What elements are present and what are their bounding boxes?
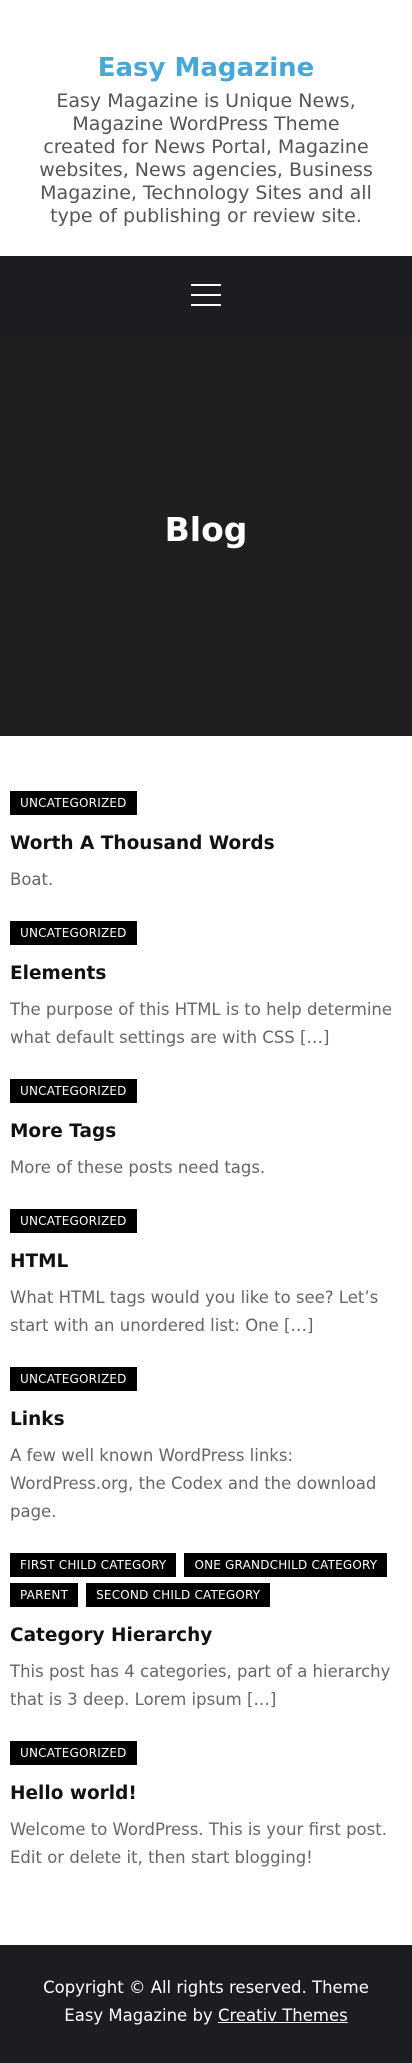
post-excerpt: More of these posts need tags. (10, 1158, 266, 1177)
post-excerpt: This post has 4 categories, part of a hi… (10, 1662, 391, 1709)
theme-credit-link[interactable]: Creativ Themes (218, 2006, 348, 2025)
post-item: FIRST CHILD CATEGORY ONE GRANDCHILD CATEG… (10, 1553, 402, 1714)
post-categories: UNCATEGORIZED (10, 1741, 402, 1765)
category-badge[interactable]: UNCATEGORIZED (10, 1209, 137, 1233)
post-item: UNCATEGORIZED More Tags More of these post… (10, 1079, 402, 1182)
category-badge[interactable]: ONE GRANDCHILD CATEGORY (184, 1553, 388, 1577)
category-badge[interactable]: SECOND CHILD CATEGORY (86, 1583, 271, 1607)
post-categories: UNCATEGORIZED (10, 921, 402, 945)
page-hero: Blog (0, 334, 412, 736)
hamburger-menu-icon[interactable] (191, 284, 221, 306)
post-categories: UNCATEGORIZED (10, 1209, 402, 1233)
post-title-link[interactable]: More Tags (10, 1119, 402, 1145)
post-item: UNCATEGORIZED Hello world! Welcome to Word… (10, 1741, 402, 1872)
category-badge[interactable]: PARENT (10, 1583, 79, 1607)
hamburger-line (191, 294, 221, 296)
page-title: Blog (164, 509, 248, 549)
site-title-link[interactable]: Easy Magazine (98, 50, 315, 86)
category-badge[interactable]: UNCATEGORIZED (10, 921, 137, 945)
hamburger-line (191, 304, 221, 306)
post-title-link[interactable]: HTML (10, 1249, 402, 1275)
post-excerpt: Welcome to WordPress. This is your first… (10, 1820, 387, 1867)
post-excerpt: A few well known WordPress links: WordPr… (10, 1446, 377, 1521)
post-item: UNCATEGORIZED HTML What HTML tags would yo… (10, 1209, 402, 1340)
post-item: UNCATEGORIZED Links A few well known WordP… (10, 1367, 402, 1526)
category-badge[interactable]: FIRST CHILD CATEGORY (10, 1553, 177, 1577)
category-badge[interactable]: UNCATEGORIZED (10, 1079, 137, 1103)
site-footer: Copyright © All rights reserved. Theme E… (0, 1945, 412, 2063)
hamburger-line (191, 284, 221, 286)
post-categories: UNCATEGORIZED (10, 1079, 402, 1103)
post-excerpt: Boat. (10, 870, 54, 889)
post-item: UNCATEGORIZED Elements The purpose of this… (10, 921, 402, 1052)
category-badge[interactable]: UNCATEGORIZED (10, 1741, 137, 1765)
category-badge[interactable]: UNCATEGORIZED (10, 1367, 137, 1391)
post-excerpt: What HTML tags would you like to see? Le… (10, 1288, 379, 1335)
post-title-link[interactable]: Links (10, 1407, 402, 1433)
post-categories: FIRST CHILD CATEGORY ONE GRANDCHILD CATEG… (10, 1553, 402, 1607)
post-title-link[interactable]: Elements (10, 961, 402, 987)
post-title-link[interactable]: Hello world! (10, 1781, 402, 1807)
site-header: Easy Magazine Easy Magazine is Unique Ne… (0, 0, 412, 256)
post-item: UNCATEGORIZED Worth A Thousand Words Boat. (10, 791, 402, 894)
post-categories: UNCATEGORIZED (10, 1367, 402, 1391)
post-title-link[interactable]: Category Hierarchy (10, 1623, 402, 1649)
post-title-link[interactable]: Worth A Thousand Words (10, 831, 402, 857)
category-badge[interactable]: UNCATEGORIZED (10, 791, 137, 815)
post-list: UNCATEGORIZED Worth A Thousand Words Boat.… (0, 736, 412, 1945)
site-description: Easy Magazine is Unique News, Magazine W… (39, 90, 373, 227)
post-excerpt: The purpose of this HTML is to help dete… (10, 1000, 393, 1047)
post-categories: UNCATEGORIZED (10, 791, 402, 815)
main-navigation (0, 256, 412, 334)
